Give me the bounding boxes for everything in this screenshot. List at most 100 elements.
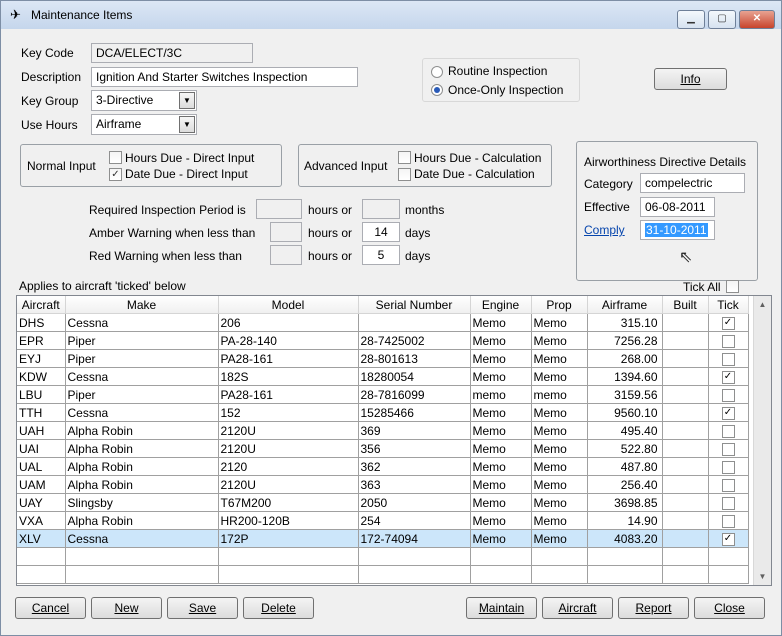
cell-serial[interactable]: 254 — [358, 511, 471, 530]
cell-model[interactable]: 152 — [218, 403, 359, 422]
cell-make[interactable]: Piper — [65, 349, 219, 368]
tick-checkbox[interactable] — [721, 460, 735, 474]
empty-cell[interactable] — [218, 565, 359, 584]
column-header[interactable]: Tick — [708, 296, 749, 314]
cell-make[interactable]: Alpha Robin — [65, 439, 219, 458]
cell-engine[interactable]: Memo — [470, 457, 532, 476]
cell-model[interactable]: 206 — [218, 313, 359, 332]
cell-model[interactable]: T67M200 — [218, 493, 359, 512]
cell-make[interactable]: Piper — [65, 385, 219, 404]
use-hours-select[interactable]: Airframe ▼ — [91, 114, 197, 135]
cell-serial[interactable]: 18280054 — [358, 367, 471, 386]
empty-cell[interactable] — [587, 565, 663, 584]
cell-airframe[interactable]: 1394.60 — [587, 367, 663, 386]
required-months-field[interactable] — [362, 199, 400, 219]
cell-serial[interactable] — [358, 313, 471, 332]
cell-engine[interactable]: Memo — [470, 475, 532, 494]
cell-model[interactable]: PA28-161 — [218, 349, 359, 368]
table-row[interactable]: LBU Piper PA28-161 28-7816099 memo memo 3159.5… — [17, 385, 749, 404]
cell-built[interactable] — [662, 331, 709, 350]
hours-due-calculation-checkbox[interactable] — [398, 151, 411, 164]
table-row[interactable]: EPR Piper PA-28-140 28-7425002 Memo Memo 7256.… — [17, 331, 749, 350]
amber-hours-field[interactable] — [270, 222, 302, 242]
category-field[interactable]: compelectric — [640, 173, 745, 193]
cell-serial[interactable]: 172-74094 — [358, 529, 471, 548]
column-header[interactable]: Prop — [531, 296, 588, 314]
red-days-field[interactable]: 5 — [362, 245, 400, 265]
cell-engine[interactable]: Memo — [470, 349, 532, 368]
empty-table-row[interactable] — [17, 565, 749, 584]
cell-built[interactable] — [662, 367, 709, 386]
cell-prop[interactable]: Memo — [531, 313, 588, 332]
cell-model[interactable]: 182S — [218, 367, 359, 386]
hours-due-direct-checkbox[interactable] — [109, 151, 122, 164]
cell-make[interactable]: Piper — [65, 331, 219, 350]
empty-cell[interactable] — [358, 565, 471, 584]
cell-aircraft[interactable]: KDW — [17, 367, 66, 386]
cell-make[interactable]: Cessna — [65, 313, 219, 332]
cell-serial[interactable]: 28-7425002 — [358, 331, 471, 350]
title-bar[interactable]: ✈ Maintenance Items ▁ ▢ ✕ — [1, 1, 781, 29]
empty-cell[interactable] — [708, 565, 749, 584]
report-button[interactable]: Report — [618, 597, 689, 619]
cell-engine[interactable]: memo — [470, 385, 532, 404]
cell-model[interactable]: 2120U — [218, 475, 359, 494]
table-row[interactable]: UAL Alpha Robin 2120 362 Memo Memo 487.80 — [17, 457, 749, 476]
table-row[interactable]: XLV Cessna 172P 172-74094 Memo Memo 4083.20 ✓ — [17, 529, 749, 548]
cell-engine[interactable]: Memo — [470, 493, 532, 512]
tick-checkbox[interactable] — [721, 514, 735, 528]
close-button[interactable]: Close — [694, 597, 765, 619]
column-header[interactable]: Engine — [470, 296, 532, 314]
cell-prop[interactable]: Memo — [531, 421, 588, 440]
cell-prop[interactable]: Memo — [531, 349, 588, 368]
required-hours-field[interactable] — [256, 199, 302, 219]
empty-cell[interactable] — [470, 565, 532, 584]
tick-checkbox[interactable] — [721, 388, 735, 402]
chevron-down-icon[interactable]: ▼ — [179, 116, 195, 133]
info-button[interactable]: Info — [654, 68, 727, 90]
column-header[interactable]: Built — [662, 296, 709, 314]
cell-aircraft[interactable]: EYJ — [17, 349, 66, 368]
cell-model[interactable]: 2120U — [218, 439, 359, 458]
cell-airframe[interactable]: 315.10 — [587, 313, 663, 332]
chevron-down-icon[interactable]: ▼ — [179, 92, 195, 109]
delete-button[interactable]: Delete — [243, 597, 314, 619]
empty-cell[interactable] — [531, 547, 588, 566]
key-code-field[interactable]: DCA/ELECT/3C — [91, 43, 253, 63]
routine-inspection-label[interactable]: Routine Inspection — [448, 64, 547, 78]
table-row[interactable]: UAI Alpha Robin 2120U 356 Memo Memo 522.80 — [17, 439, 749, 458]
cell-aircraft[interactable]: UAH — [17, 421, 66, 440]
cell-aircraft[interactable]: XLV — [17, 529, 66, 548]
cell-engine[interactable]: Memo — [470, 529, 532, 548]
table-row[interactable]: KDW Cessna 182S 18280054 Memo Memo 1394.60 ✓ — [17, 367, 749, 386]
cell-built[interactable] — [662, 529, 709, 548]
cell-serial[interactable]: 362 — [358, 457, 471, 476]
comply-link[interactable]: Comply — [584, 223, 625, 237]
empty-cell[interactable] — [17, 565, 66, 584]
cell-make[interactable]: Alpha Robin — [65, 421, 219, 440]
red-hours-field[interactable] — [270, 245, 302, 265]
cell-built[interactable] — [662, 457, 709, 476]
close-window-button[interactable]: ✕ — [739, 10, 775, 29]
cell-engine[interactable]: Memo — [470, 331, 532, 350]
cell-prop[interactable]: Memo — [531, 367, 588, 386]
cell-built[interactable] — [662, 421, 709, 440]
table-row[interactable]: UAH Alpha Robin 2120U 369 Memo Memo 495.40 — [17, 421, 749, 440]
cell-engine[interactable]: Memo — [470, 367, 532, 386]
aircraft-button[interactable]: Aircraft — [542, 597, 613, 619]
once-only-inspection-label[interactable]: Once-Only Inspection — [448, 83, 563, 97]
comply-date-field[interactable]: 31-10-2011 — [640, 220, 715, 240]
cell-engine[interactable]: Memo — [470, 511, 532, 530]
empty-cell[interactable] — [531, 565, 588, 584]
cell-prop[interactable]: Memo — [531, 529, 588, 548]
cell-make[interactable]: Slingsby — [65, 493, 219, 512]
cell-aircraft[interactable]: VXA — [17, 511, 66, 530]
cell-model[interactable]: HR200-120B — [218, 511, 359, 530]
cell-airframe[interactable]: 14.90 — [587, 511, 663, 530]
empty-cell[interactable] — [470, 547, 532, 566]
cell-prop[interactable]: Memo — [531, 403, 588, 422]
cell-engine[interactable]: Memo — [470, 421, 532, 440]
maximize-button[interactable]: ▢ — [708, 10, 736, 29]
table-row[interactable]: UAY Slingsby T67M200 2050 Memo Memo 3698.85 — [17, 493, 749, 512]
tick-checkbox[interactable]: ✓ — [721, 532, 735, 546]
